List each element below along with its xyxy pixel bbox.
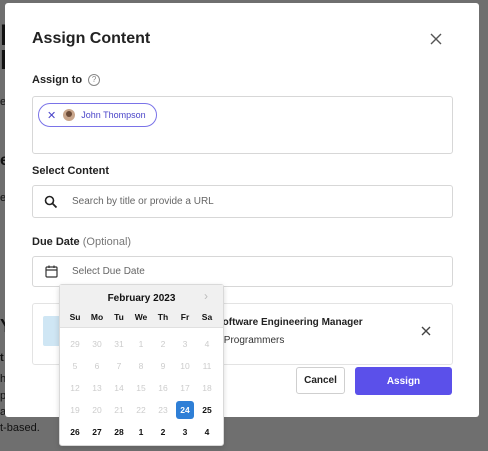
remove-content-button[interactable] xyxy=(419,324,433,338)
close-icon xyxy=(421,326,431,336)
calendar-week: 12 13 14 15 16 17 18 xyxy=(64,379,218,397)
calendar-day-disabled: 9 xyxy=(160,361,166,371)
calendar-day[interactable]: 28 xyxy=(108,423,130,441)
calendar-day[interactable]: 1 xyxy=(130,423,152,441)
calendar-day-disabled: 7 xyxy=(116,361,122,371)
assign-to-label: Assign to? xyxy=(32,74,101,87)
assign-to-text: Assign to xyxy=(32,74,83,86)
calendar-day-disabled: 15 xyxy=(136,383,146,393)
calendar-day-disabled: 14 xyxy=(114,383,124,393)
calendar-day-disabled: 20 xyxy=(92,405,102,415)
weekday-label: Mo xyxy=(90,312,104,322)
calendar-day-disabled: 23 xyxy=(158,405,168,415)
calendar-day-disabled: 5 xyxy=(72,361,78,371)
calendar-week: 29 30 31 1 2 3 4 xyxy=(64,335,218,353)
calendar-day[interactable]: 25 xyxy=(196,401,218,419)
weekday-label: Su xyxy=(69,312,81,322)
assignee-name: John Thompson xyxy=(81,110,146,120)
weekday-label: We xyxy=(134,312,148,322)
weekday-label: Th xyxy=(157,312,169,322)
calendar-day-disabled: 21 xyxy=(114,405,124,415)
content-subtitle: c Programmers xyxy=(216,335,285,346)
weekday-label: Tu xyxy=(114,312,124,322)
calendar-day-disabled: 13 xyxy=(92,383,102,393)
assignee-chip: ✕ John Thompson xyxy=(38,103,157,127)
calendar-day[interactable]: 27 xyxy=(86,423,108,441)
avatar xyxy=(63,109,76,121)
weekday-header: Su Mo Tu We Th Fr Sa xyxy=(64,312,218,322)
calendar-day[interactable]: 4 xyxy=(196,423,218,441)
help-icon[interactable]: ? xyxy=(88,74,101,87)
calendar-day-disabled: 6 xyxy=(94,361,100,371)
current-month: February 2023 xyxy=(107,293,176,304)
assign-button[interactable]: Assign xyxy=(355,367,452,395)
calendar-day[interactable]: 3 xyxy=(174,423,196,441)
calendar-icon xyxy=(45,265,58,278)
content-search-field[interactable] xyxy=(32,185,453,218)
calendar-day-disabled: 8 xyxy=(138,361,144,371)
close-icon xyxy=(430,33,442,45)
calendar-day-disabled: 22 xyxy=(136,405,146,415)
weekday-label: Fr xyxy=(180,312,190,322)
due-date-field[interactable] xyxy=(32,256,453,287)
cancel-button[interactable]: Cancel xyxy=(296,367,345,394)
calendar-day-disabled: 30 xyxy=(92,339,102,349)
calendar-day[interactable]: 26 xyxy=(64,423,86,441)
calendar-day-disabled: 2 xyxy=(160,339,166,349)
assign-to-field[interactable]: ✕ John Thompson xyxy=(32,96,453,154)
bg-text-fragment: t-based. xyxy=(0,422,40,434)
optional-text: (Optional) xyxy=(82,236,132,248)
due-date-input[interactable] xyxy=(70,265,394,278)
modal-title: Assign Content xyxy=(32,30,151,47)
weekday-label: Sa xyxy=(201,312,213,322)
calendar-week: 26 27 28 1 2 3 4 xyxy=(64,423,218,441)
calendar-week: 19 20 21 22 23 24 25 xyxy=(64,401,218,419)
search-icon xyxy=(44,195,58,208)
close-button[interactable] xyxy=(427,30,445,48)
calendar-day-disabled: 17 xyxy=(180,383,190,393)
calendar-day-disabled: 16 xyxy=(158,383,168,393)
content-search-input[interactable] xyxy=(70,195,394,208)
content-title: Software Engineering Manager xyxy=(216,317,363,328)
calendar-day-disabled: 18 xyxy=(202,383,212,393)
chevron-right-icon: › xyxy=(204,289,208,303)
calendar-day-disabled: 29 xyxy=(70,339,80,349)
date-picker: February 2023 › Su Mo Tu We Th Fr Sa 29 … xyxy=(59,284,224,446)
calendar-day-disabled: 12 xyxy=(70,383,80,393)
next-month-button[interactable]: › xyxy=(204,289,208,303)
due-date-text: Due Date xyxy=(32,236,80,248)
calendar-day-disabled: 11 xyxy=(202,361,212,371)
calendar-day-disabled: 4 xyxy=(204,339,210,349)
select-content-label: Select Content xyxy=(32,165,110,177)
calendar-day[interactable]: 2 xyxy=(152,423,174,441)
calendar-day-disabled: 1 xyxy=(138,339,144,349)
remove-assignee-icon[interactable]: ✕ xyxy=(47,109,56,122)
calendar-day-disabled: 3 xyxy=(182,339,188,349)
calendar-day-selected[interactable]: 24 xyxy=(176,401,194,419)
calendar-day-disabled: 10 xyxy=(180,361,190,371)
calendar-day-disabled: 19 xyxy=(70,405,80,415)
calendar-day-disabled: 31 xyxy=(114,339,124,349)
date-picker-header: February 2023 › Su Mo Tu We Th Fr Sa xyxy=(60,285,223,328)
bg-text-fragment: t xyxy=(0,352,4,364)
calendar-week: 5 6 7 8 9 10 11 xyxy=(64,357,218,375)
due-date-label: Due Date (Optional) xyxy=(32,236,131,248)
